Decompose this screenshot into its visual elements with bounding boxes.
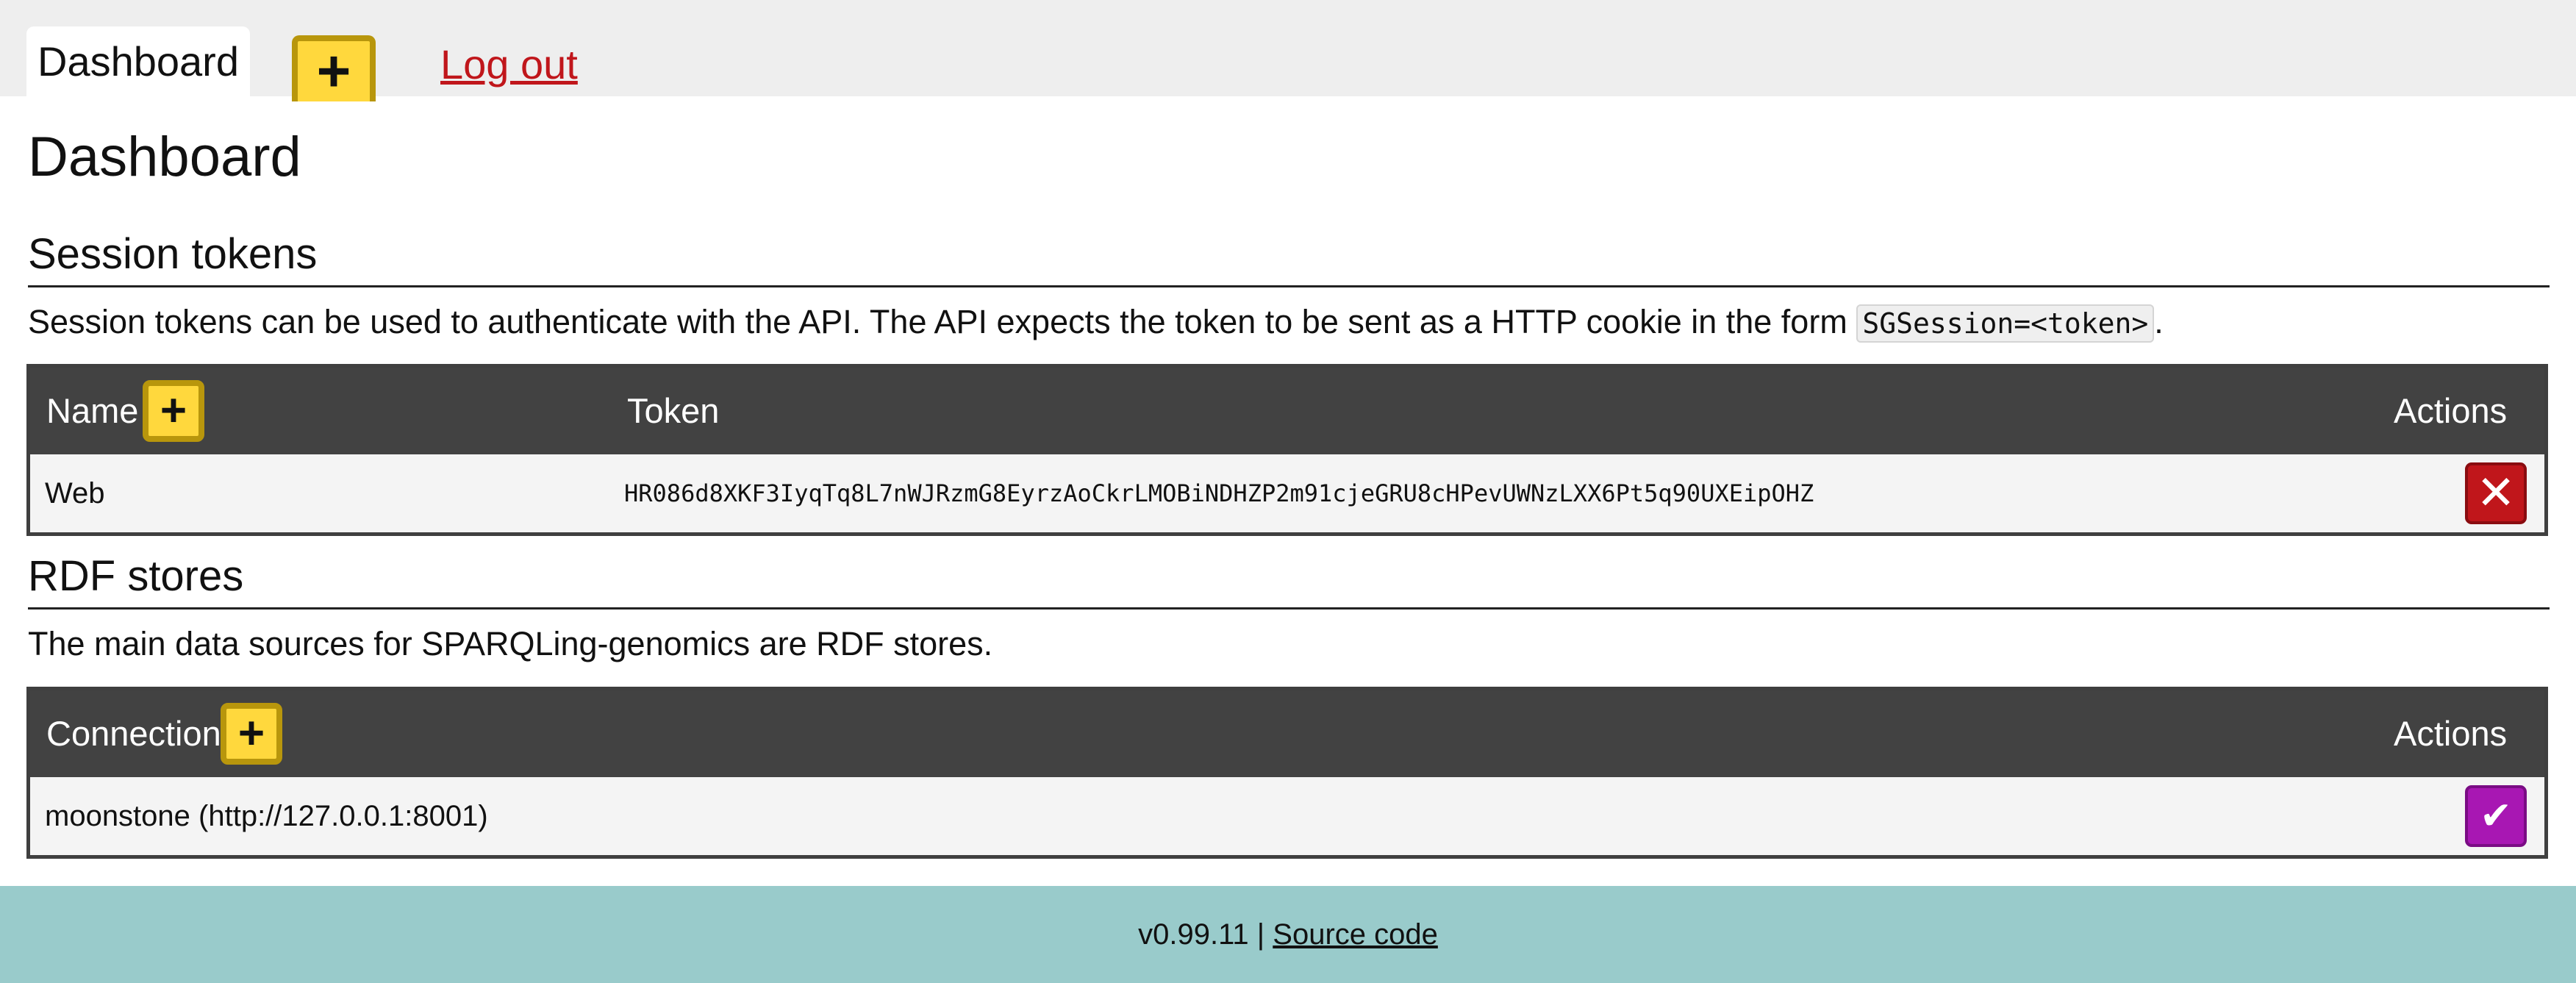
column-header-connection: Connection (46, 714, 221, 753)
plus-icon: + (160, 385, 187, 436)
plus-icon: + (237, 708, 265, 759)
check-icon: ✔ (2480, 795, 2512, 837)
source-code-link[interactable]: Source code (1273, 918, 1438, 951)
footer: v0.99.11 | Source code (0, 886, 2576, 983)
cookie-format-code: SGSession=<token> (1856, 304, 2155, 343)
table-row: moonstone (http://127.0.0.1:8001) ✔ (30, 777, 2544, 855)
close-icon: ✕ (2476, 466, 2516, 519)
delete-token-button[interactable]: ✕ (2465, 462, 2527, 524)
session-tokens-table: Name + Token Actions Web HR086d8XKF3IyqT… (26, 364, 2548, 536)
description-text: Session tokens can be used to authentica… (28, 303, 1847, 340)
session-tokens-heading: Session tokens (28, 230, 318, 278)
table-row: Web HR086d8XKF3IyqTq8L7nWJRzmG8EyrzAoCkr… (30, 454, 2544, 532)
token-name: Web (45, 477, 105, 510)
add-button[interactable]: + (292, 35, 376, 101)
connection-name: moonstone (http://127.0.0.1:8001) (45, 800, 488, 832)
column-header-actions: Actions (2394, 714, 2508, 753)
column-header-token: Token (627, 391, 720, 430)
add-token-button[interactable]: + (143, 380, 204, 442)
description-end: . (2154, 303, 2164, 340)
rdf-stores-table: Connection + Actions moonstone (http://1… (26, 687, 2548, 859)
page-title: Dashboard (28, 126, 301, 188)
plus-icon: + (316, 38, 351, 104)
version-text: v0.99.11 | (1138, 918, 1265, 951)
table-header: Name + Token Actions (30, 368, 2544, 454)
column-header-actions: Actions (2394, 391, 2508, 430)
logout-link[interactable]: Log out (440, 40, 578, 88)
table-header: Connection + Actions (30, 690, 2544, 777)
top-nav: Dashboard + Log out (0, 0, 2576, 101)
section-divider (28, 607, 2550, 610)
tab-dashboard[interactable]: Dashboard (26, 26, 250, 96)
section-divider (28, 285, 2550, 287)
rdf-stores-heading: RDF stores (28, 552, 244, 600)
add-connection-button[interactable]: + (221, 703, 282, 765)
token-value: HR086d8XKF3IyqTq8L7nWJRzmG8EyrzAoCkrLMOB… (624, 479, 1814, 507)
session-tokens-description: Session tokens can be used to authentica… (28, 303, 2164, 343)
select-connection-button[interactable]: ✔ (2465, 785, 2527, 847)
rdf-stores-description: The main data sources for SPARQLing-geno… (28, 625, 993, 662)
column-header-name: Name (46, 391, 139, 430)
